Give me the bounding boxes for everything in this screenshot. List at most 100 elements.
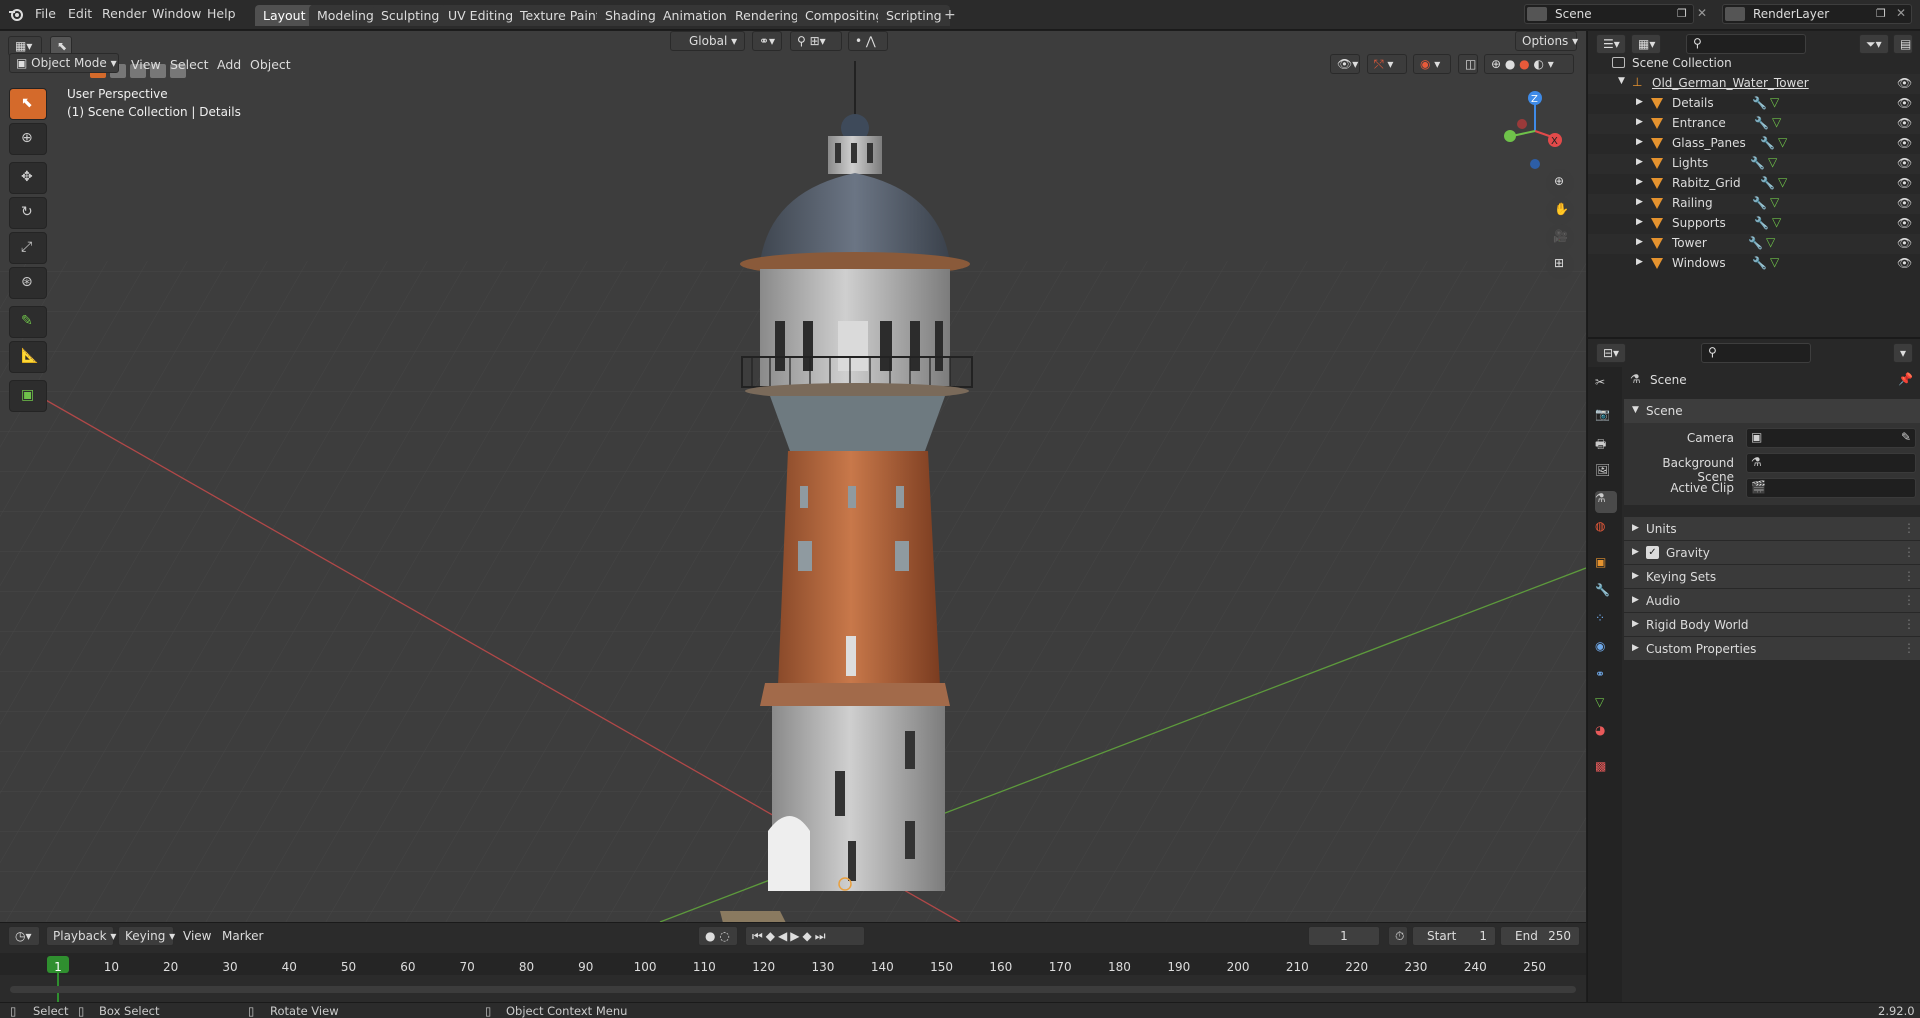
expand-arrow-icon[interactable]: ▶	[1636, 237, 1643, 247]
properties-panel-header[interactable]: ▶ Units ⋮	[1624, 517, 1920, 540]
gravity-checkbox[interactable]: ✓	[1646, 546, 1659, 559]
annotate-tool[interactable]: ✎	[9, 306, 47, 338]
object-tab-icon[interactable]: ▣	[1595, 555, 1617, 577]
playback-controls[interactable]: ⏮◆◀▶◆⏭	[745, 926, 865, 946]
outliner-object-row[interactable]: ▶ Rabitz_Grid 🔧 ▽ 👁	[1588, 174, 1920, 194]
scene-panel-header[interactable]: ▼ Scene	[1624, 399, 1920, 423]
viewport-menu-object[interactable]: Object	[250, 57, 291, 72]
new-view-layer-icon[interactable]: ❐	[1876, 7, 1886, 20]
add-cube-tool[interactable]: ▣	[9, 380, 47, 412]
overlay-toggle-button[interactable]: ◉ ▾	[1413, 54, 1451, 74]
gizmo-toggle-button[interactable]: ⤲ ▾	[1367, 54, 1407, 74]
modifier-wrench-icon[interactable]: 🔧	[1752, 96, 1767, 110]
expand-arrow-icon[interactable]: ▶	[1636, 137, 1643, 147]
view-layer-tab-icon[interactable]: 🖼	[1595, 463, 1617, 485]
drag-handle-icon[interactable]: ⋮	[1903, 569, 1915, 583]
visibility-eye-icon[interactable]: 👁	[1897, 256, 1912, 270]
outliner-object-row[interactable]: ▶ Tower 🔧 ▽ 👁	[1588, 234, 1920, 254]
expand-arrow-icon[interactable]: ▶	[1636, 157, 1643, 167]
mesh-data-icon[interactable]: ▽	[1778, 175, 1787, 189]
constraints-tab-icon[interactable]: ⚭	[1595, 667, 1617, 689]
scene-selector[interactable]: Scene	[1524, 4, 1694, 24]
menu-render[interactable]: Render	[102, 6, 147, 21]
blender-logo-icon[interactable]	[8, 6, 24, 22]
outliner-object-row[interactable]: ▶ Supports 🔧 ▽ 👁	[1588, 214, 1920, 234]
end-frame-field[interactable]: End 250	[1500, 926, 1580, 946]
proportional-editing-button[interactable]: • ⋀	[848, 31, 888, 51]
visibility-eye-icon[interactable]: 👁	[1897, 96, 1912, 110]
texture-tab-icon[interactable]: ▩	[1595, 759, 1617, 781]
particles-tab-icon[interactable]: ⁘	[1595, 611, 1617, 633]
outliner-scene-collection-row[interactable]: Scene Collection	[1588, 54, 1920, 74]
mesh-data-icon[interactable]: ▽	[1770, 255, 1779, 269]
menu-help[interactable]: Help	[207, 6, 236, 21]
scale-tool[interactable]: ⤢	[9, 232, 47, 264]
expand-arrow-icon[interactable]: ▶	[1636, 257, 1643, 267]
navigation-gizmo[interactable]: Z X	[1495, 86, 1575, 176]
pan-view-hand-icon[interactable]: ✋	[1546, 197, 1574, 225]
visibility-toggle-button[interactable]: 👁▾	[1330, 54, 1360, 74]
modifier-wrench-icon[interactable]: 🔧	[1750, 156, 1765, 170]
visibility-eye-icon[interactable]: 👁	[1897, 236, 1912, 250]
tab-sculpting[interactable]: Sculpting	[373, 5, 448, 26]
expand-arrow-icon[interactable]: ▶	[1636, 117, 1643, 127]
mesh-data-icon[interactable]: ▽	[1766, 235, 1775, 249]
snapping-button[interactable]: ⚲ ⊞▾	[790, 31, 842, 51]
camera-field[interactable]: ▣ ✎	[1746, 428, 1916, 448]
auto-keying-toggle[interactable]: ● ◌	[698, 926, 738, 946]
properties-panel-header[interactable]: ▶ ✓ Gravity ⋮	[1624, 541, 1920, 564]
playback-dropdown[interactable]: Playback ▾	[46, 926, 116, 946]
visibility-eye-icon[interactable]: 👁	[1897, 176, 1912, 190]
mesh-data-icon[interactable]: ▽	[1778, 135, 1787, 149]
modifier-wrench-icon[interactable]: 🔧	[1752, 256, 1767, 270]
pin-icon[interactable]: 📌	[1898, 372, 1913, 386]
world-tab-icon[interactable]: ◍	[1595, 519, 1617, 541]
menu-file[interactable]: File	[35, 6, 56, 21]
properties-panel-header[interactable]: ▶ Audio ⋮	[1624, 589, 1920, 612]
menu-window[interactable]: Window	[152, 6, 201, 21]
properties-panel-header[interactable]: ▶ Keying Sets ⋮	[1624, 565, 1920, 588]
modifier-wrench-icon[interactable]: 🔧	[1752, 196, 1767, 210]
tab-scripting[interactable]: Scripting	[878, 5, 950, 26]
visibility-eye-icon[interactable]: 👁	[1897, 216, 1912, 230]
mesh-data-icon[interactable]: ▽	[1770, 195, 1779, 209]
current-frame-field[interactable]: 1	[1308, 926, 1380, 946]
outliner-editor-type-button[interactable]: ☰▾	[1596, 34, 1626, 54]
modifier-wrench-icon[interactable]: 🔧	[1760, 136, 1775, 150]
expand-arrow-icon[interactable]: ▶	[1636, 217, 1643, 227]
select-box-tool[interactable]: ⬉	[9, 88, 47, 120]
3d-viewport[interactable]: ▦▾ ⬉ Global ▾ ⚭▾ ⚲ ⊞▾ • ⋀ Options ▾ ▣ Ob…	[0, 31, 1586, 922]
visibility-eye-icon[interactable]: 👁	[1897, 196, 1912, 210]
display-mode-button[interactable]: ▦▾	[1631, 34, 1661, 54]
timeline-editor[interactable]: ◷▾ Playback ▾ Keying ▾ View Marker ● ◌ ⏮…	[0, 922, 1586, 1003]
transform-orientation-dropdown[interactable]: Global ▾	[670, 31, 745, 51]
outliner-object-row[interactable]: ▶ Details 🔧 ▽ 👁	[1588, 94, 1920, 114]
tab-animation[interactable]: Animation	[655, 5, 735, 26]
outliner-object-row[interactable]: ▶ Glass_Panes 🔧 ▽ 👁	[1588, 134, 1920, 154]
rotate-tool[interactable]: ↻	[9, 197, 47, 229]
viewport-menu-add[interactable]: Add	[217, 57, 241, 72]
material-tab-icon[interactable]: ◕	[1595, 723, 1617, 745]
pivot-point-button[interactable]: ⚭▾	[752, 31, 782, 51]
outliner-object-row[interactable]: ▶ Entrance 🔧 ▽ 👁	[1588, 114, 1920, 134]
viewport-menu-select[interactable]: Select	[170, 57, 209, 72]
modifier-wrench-icon[interactable]: 🔧	[1760, 176, 1775, 190]
outliner-collection-row[interactable]: ▼ ⊥ Old_German_Water_Tower 👁	[1588, 74, 1920, 94]
tab-modeling[interactable]: Modeling	[309, 5, 382, 26]
background-scene-field[interactable]: ⚗	[1746, 453, 1916, 473]
modifiers-tab-icon[interactable]: 🔧	[1595, 583, 1617, 605]
physics-tab-icon[interactable]: ◉	[1595, 639, 1617, 661]
properties-panel-header[interactable]: ▶ Rigid Body World ⋮	[1624, 613, 1920, 636]
modifier-wrench-icon[interactable]: 🔧	[1754, 116, 1769, 130]
outliner-search-input[interactable]: ⚲	[1686, 34, 1806, 54]
move-tool[interactable]: ✥	[9, 162, 47, 194]
orthographic-grid-icon[interactable]: ⊞	[1546, 251, 1574, 279]
keying-dropdown[interactable]: Keying ▾	[118, 926, 175, 946]
start-frame-field[interactable]: Start 1	[1412, 926, 1496, 946]
tab-uv-editing[interactable]: UV Editing	[440, 5, 522, 26]
mesh-data-icon[interactable]: ▽	[1770, 95, 1779, 109]
expand-arrow-icon[interactable]: ▶	[1636, 177, 1643, 187]
timeline-scrollbar[interactable]	[10, 986, 1576, 993]
modifier-wrench-icon[interactable]: 🔧	[1748, 236, 1763, 250]
visibility-eye-icon[interactable]: 👁	[1897, 156, 1912, 170]
